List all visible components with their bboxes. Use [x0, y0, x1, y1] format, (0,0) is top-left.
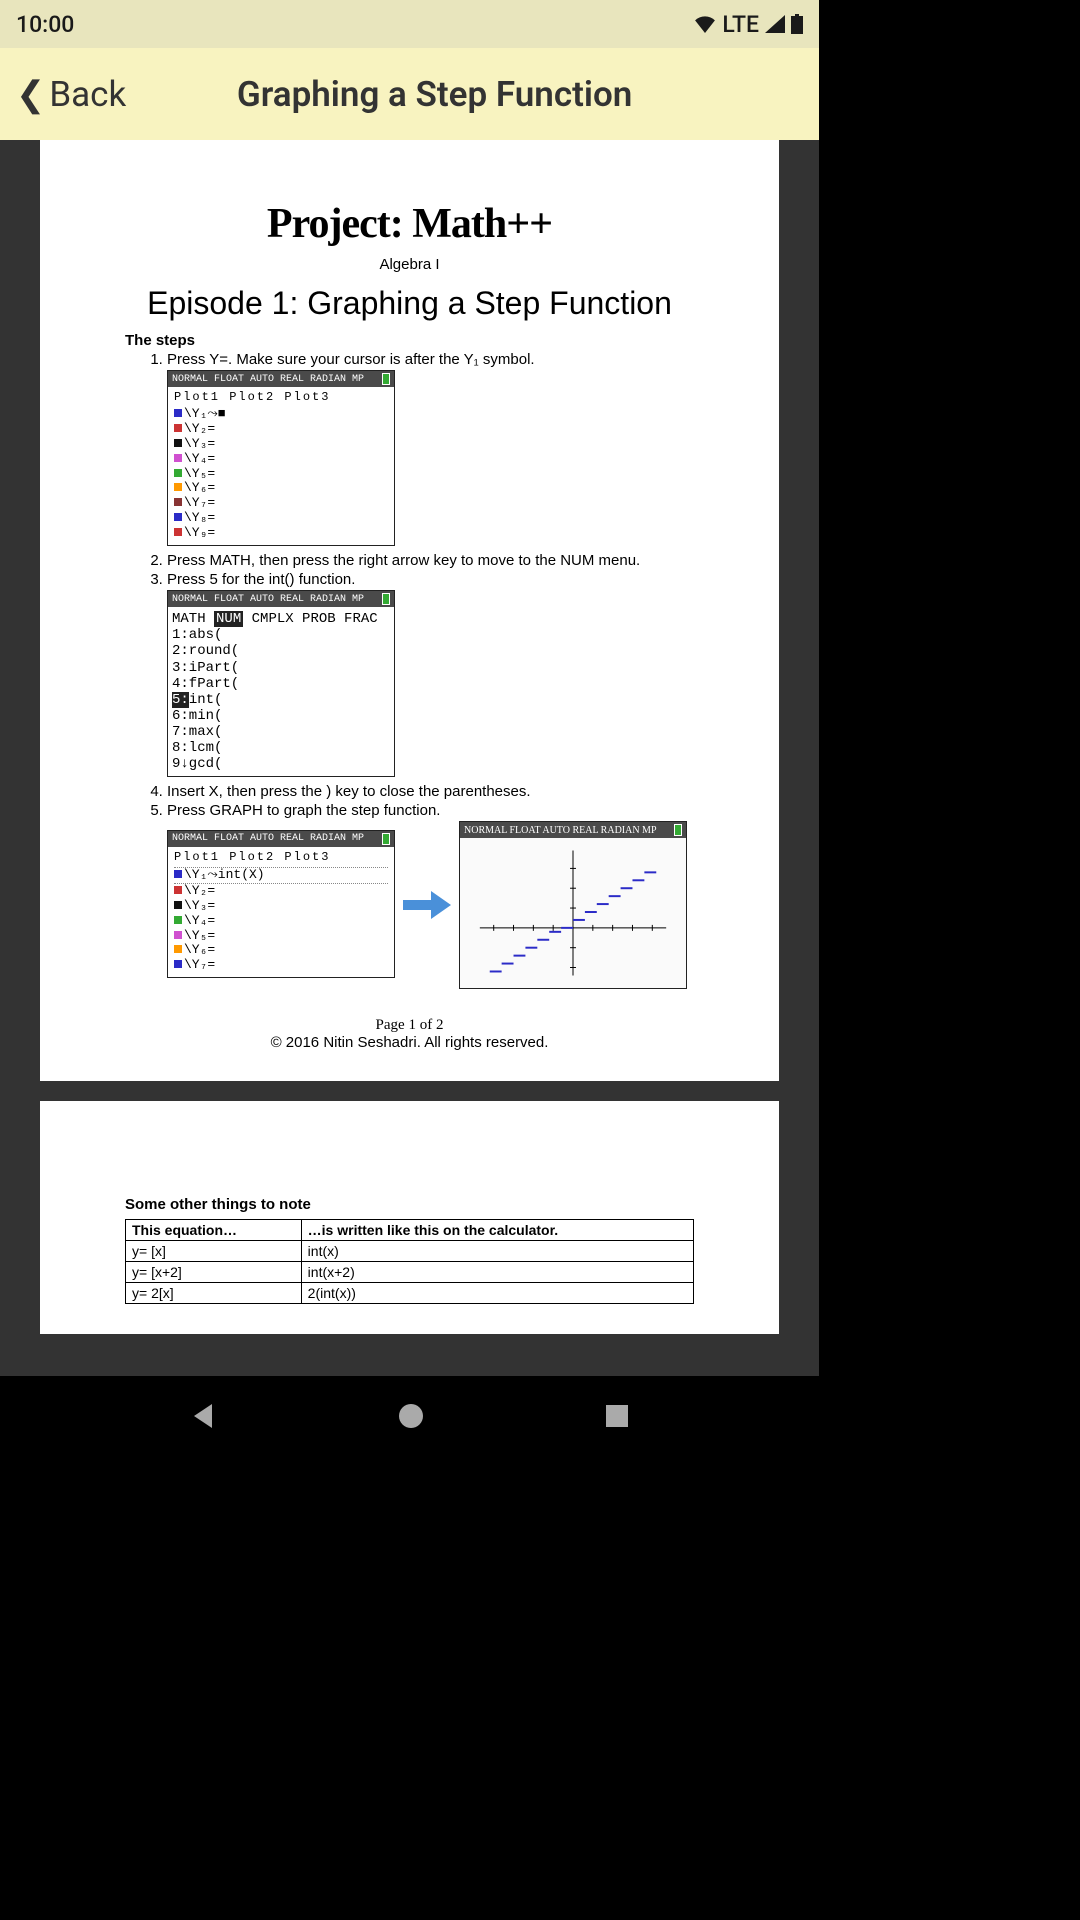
back-button[interactable]: ❮ Back [16, 74, 126, 115]
document-scroll[interactable]: Project: Math++ Algebra I Episode 1: Gra… [0, 140, 819, 1376]
calc-menu-tabs: MATH NUM CMPLX PROB FRAC [172, 611, 390, 627]
calc-header-text: NORMAL FLOAT AUTO REAL RADIAN MP [172, 833, 364, 844]
y-line: \Y₇= [174, 496, 388, 511]
nav-back-icon[interactable] [190, 1402, 218, 1430]
menu-item: 7:max( [172, 724, 390, 740]
y-line: \Y₈= [174, 511, 388, 526]
table-header: …is written like this on the calculator. [301, 1220, 693, 1241]
app-header: ❮ Back Graphing a Step Function [0, 48, 819, 140]
status-network: LTE [722, 11, 759, 38]
episode-title: Episode 1: Graphing a Step Function [125, 285, 694, 322]
y-line: \Y₄= [174, 452, 388, 467]
y-line: \Y₆= [174, 943, 388, 958]
steps-heading: The steps [125, 332, 694, 349]
step-item: Press Y=. Make sure your cursor is after… [167, 351, 694, 368]
back-label: Back [49, 74, 126, 115]
plots-row: Plot1 Plot2 Plot3 [174, 391, 388, 405]
calc-header-text: NORMAL FLOAT AUTO REAL RADIAN MP [172, 594, 364, 605]
menu-item: 2:round( [172, 643, 390, 659]
calc-header-text: NORMAL FLOAT AUTO REAL RADIAN MP [464, 825, 657, 836]
screens-row: NORMAL FLOAT AUTO REAL RADIAN MP Plot1 P… [167, 821, 694, 989]
calculator-screen-y-editor: NORMAL FLOAT AUTO REAL RADIAN MP Plot1 P… [167, 370, 395, 546]
wifi-icon [694, 15, 716, 33]
status-right: LTE [694, 11, 803, 38]
menu-item: 9↓gcd( [172, 756, 390, 772]
y-line: \Y₆= [174, 481, 388, 496]
document-page-2: Some other things to note This equation…… [40, 1101, 779, 1334]
copyright-text: © 2016 Nitin Seshadri. All rights reserv… [125, 1034, 694, 1051]
project-subject: Algebra I [125, 256, 694, 273]
step-function-graph [460, 838, 686, 988]
navigation-bar [0, 1376, 819, 1456]
y-line: \Y₃= [174, 899, 388, 914]
chevron-left-icon: ❮ [16, 74, 45, 115]
nav-home-icon[interactable] [398, 1403, 424, 1429]
step-item: Press GRAPH to graph the step function. [167, 802, 694, 819]
battery-icon [791, 14, 803, 34]
step-item: Press 5 for the int() function. [167, 571, 694, 588]
menu-item: 3:iPart( [172, 660, 390, 676]
notes-heading: Some other things to note [125, 1196, 694, 1213]
table-row: y= [x+2]int(x+2) [126, 1262, 694, 1283]
calculator-screen-formula: NORMAL FLOAT AUTO REAL RADIAN MP Plot1 P… [167, 830, 395, 978]
calculator-screen-num-menu: NORMAL FLOAT AUTO REAL RADIAN MP MATH NU… [167, 590, 395, 777]
y-line: \Y₇= [174, 958, 388, 973]
step-item: Press MATH, then press the right arrow k… [167, 552, 694, 569]
y-line: \Y₂= [174, 884, 388, 899]
steps-list: Insert X, then press the ) key to close … [125, 783, 694, 819]
document-page-1: Project: Math++ Algebra I Episode 1: Gra… [40, 140, 779, 1081]
y1-formula-line: \Y₁⤳int(X) [174, 867, 388, 884]
y-line: \Y₂= [174, 422, 388, 437]
table-row: This equation… …is written like this on … [126, 1220, 694, 1241]
page-number: Page 1 of 2 [125, 1017, 694, 1034]
y-line: \Y₃= [174, 437, 388, 452]
menu-item: 5:int( [172, 692, 390, 708]
y-line: \Y₉= [174, 526, 388, 541]
status-time: 10:00 [16, 11, 74, 38]
step-item: Insert X, then press the ) key to close … [167, 783, 694, 800]
battery-indicator-icon [382, 593, 390, 605]
menu-item: 6:min( [172, 708, 390, 724]
calculator-screen-graph: NORMAL FLOAT AUTO REAL RADIAN MP [459, 821, 687, 989]
equations-table: This equation… …is written like this on … [125, 1219, 694, 1304]
table-row: y= [x]int(x) [126, 1241, 694, 1262]
battery-indicator-icon [382, 373, 390, 385]
calc-header-text: NORMAL FLOAT AUTO REAL RADIAN MP [172, 374, 364, 385]
steps-list: Press MATH, then press the right arrow k… [125, 552, 694, 588]
table-header: This equation… [126, 1220, 302, 1241]
y-line: \Y₄= [174, 914, 388, 929]
y-line: \Y₅= [174, 467, 388, 482]
table-row: y= 2[x]2(int(x)) [126, 1283, 694, 1304]
y-line: \Y₅= [174, 929, 388, 944]
plots-row: Plot1 Plot2 Plot3 [174, 851, 388, 865]
battery-indicator-icon [674, 824, 682, 836]
steps-list: Press Y=. Make sure your cursor is after… [125, 351, 694, 368]
status-bar: 10:00 LTE [0, 0, 819, 48]
page-title: Graphing a Step Function [126, 74, 743, 115]
signal-icon [765, 15, 785, 33]
battery-indicator-icon [382, 833, 390, 845]
menu-item: 4:fPart( [172, 676, 390, 692]
project-title: Project: Math++ [125, 200, 694, 248]
arrow-right-icon [403, 891, 451, 919]
menu-item: 8:lcm( [172, 740, 390, 756]
y-line: \Y₁⤳■ [174, 407, 388, 422]
nav-recent-icon[interactable] [605, 1404, 629, 1428]
menu-item: 1:abs( [172, 627, 390, 643]
